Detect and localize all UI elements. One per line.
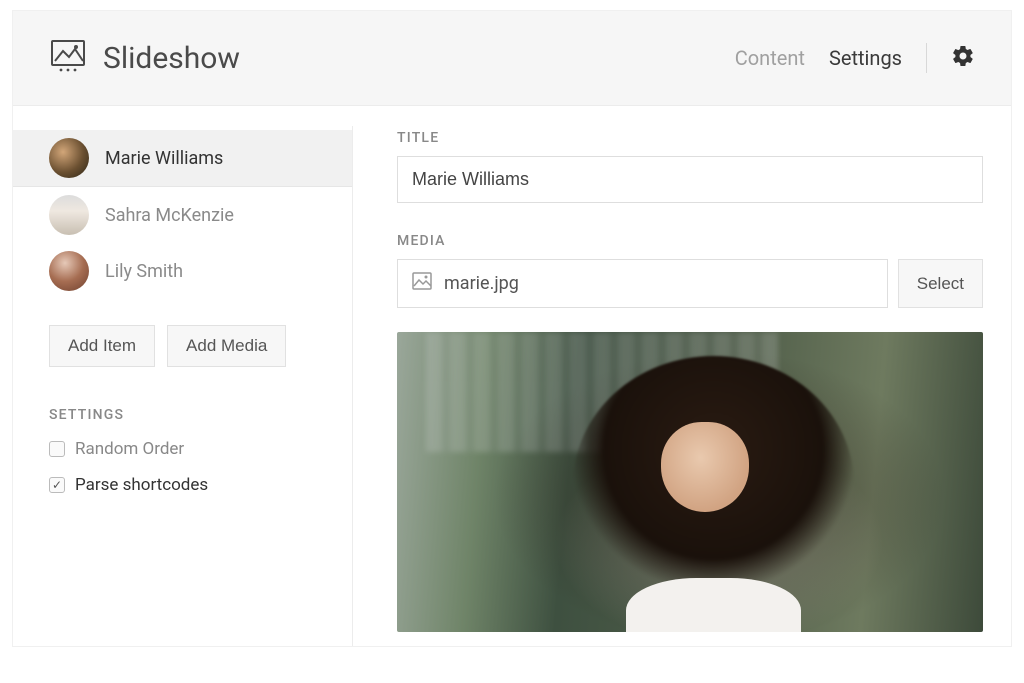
checkbox-icon[interactable]: ✓ [49,477,65,493]
header-tabs: Content Settings [735,43,975,73]
title-label: TITLE [397,130,983,146]
avatar [49,138,89,178]
sidebar: Marie Williams Sahra McKenzie Lily Smith… [13,126,353,646]
option-label: Parse shortcodes [75,475,208,495]
avatar [49,195,89,235]
page-title: Slideshow [103,41,240,76]
tab-content[interactable]: Content [735,46,805,70]
option-label: Random Order [75,439,184,459]
tab-settings[interactable]: Settings [829,46,902,70]
media-preview [397,332,983,632]
avatar [49,251,89,291]
header-left: Slideshow [49,37,240,79]
main-pane: TITLE MEDIA [353,126,1011,646]
list-item[interactable]: Marie Williams [13,130,352,187]
list-item-label: Sahra McKenzie [105,205,234,226]
add-media-button[interactable]: Add Media [167,325,286,367]
media-field[interactable]: marie.jpg [397,259,888,308]
checkbox-icon[interactable] [49,441,65,457]
slideshow-icon [49,37,87,79]
title-input[interactable] [397,156,983,203]
list-item-label: Lily Smith [105,261,183,282]
select-media-button[interactable]: Select [898,259,983,308]
list-item[interactable]: Sahra McKenzie [13,187,352,243]
sidebar-buttons: Add Item Add Media [49,325,332,367]
list-item[interactable]: Lily Smith [13,243,352,299]
item-list: Marie Williams Sahra McKenzie Lily Smith [13,130,352,303]
option-random-order[interactable]: Random Order [49,439,332,459]
header: Slideshow Content Settings [13,11,1011,106]
image-icon [412,272,432,295]
list-item-label: Marie Williams [105,148,223,169]
settings-heading: SETTINGS [49,407,332,423]
option-parse-shortcodes[interactable]: ✓ Parse shortcodes [49,475,332,495]
divider [926,43,927,73]
gear-icon[interactable] [951,44,975,73]
add-item-button[interactable]: Add Item [49,325,155,367]
media-filename: marie.jpg [444,273,519,294]
media-label: MEDIA [397,233,983,249]
